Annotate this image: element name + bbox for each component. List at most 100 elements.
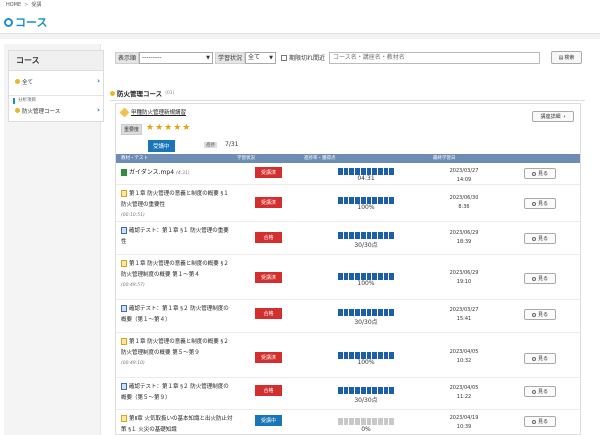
progress-segment xyxy=(338,352,343,359)
course-name-link[interactable]: 甲種防火管理新規講習 xyxy=(131,108,186,116)
table-row: 確認テスト：第１章 §１ 防火管理の重要性 合格 30/30点 2023/06/29 1… xyxy=(116,223,580,255)
view-button[interactable]: 見る xyxy=(524,353,556,364)
sidebar: コース 全て › 分析項目 防火管理コース › xyxy=(4,44,104,435)
document-icon xyxy=(121,190,127,197)
view-button[interactable]: 見る xyxy=(524,198,556,209)
view-button[interactable]: 見る xyxy=(524,386,556,397)
last-study-date: 2023/06/30 8:36 xyxy=(444,194,484,212)
header-status: 学習状況 xyxy=(237,156,255,161)
progress-segment xyxy=(355,197,360,204)
view-button-label: 見る xyxy=(537,236,548,242)
progress-segment xyxy=(383,232,389,239)
progress-segment xyxy=(383,197,389,204)
status-badge: 受講済 xyxy=(255,272,282,283)
sidebar-heading: コース xyxy=(9,51,103,71)
progress-segment xyxy=(349,197,355,204)
last-study-date: 2023/04/05 10:32 xyxy=(444,348,484,366)
material-title: ガイダンス.mp4 xyxy=(129,169,175,176)
last-study-date: 2023/04/05 11:22 xyxy=(444,384,484,402)
progress-segment xyxy=(372,309,377,316)
page-title: コース xyxy=(4,14,47,30)
status-badge: 受講済 xyxy=(255,167,282,178)
table-row: ガイダンス.mp4 (4:31) 受講済 04:31 2023/03/27 14:09 見る xyxy=(116,164,580,185)
date-text: 2023/03/27 xyxy=(449,168,479,174)
course-detail-button[interactable]: 講座詳細 › xyxy=(532,111,574,122)
view-button[interactable]: 見る xyxy=(524,233,556,244)
progress-segment xyxy=(389,232,395,239)
view-button[interactable]: 見る xyxy=(524,416,556,427)
view-button[interactable]: 見る xyxy=(524,168,556,179)
course-status-badge: 受講中 xyxy=(148,140,175,152)
progress-segment xyxy=(338,197,343,204)
material-cell: 第１章 防火管理の意義と制度の概要 §１ 防火管理の重要性 (00:10:51) xyxy=(121,189,233,220)
view-button[interactable]: 見る xyxy=(524,309,556,320)
progress-segment xyxy=(338,232,343,239)
course-name[interactable]: 甲種防火管理新規講習 xyxy=(119,107,186,117)
progress-segment xyxy=(355,168,360,175)
material-duration: (00:49:10) xyxy=(121,361,145,366)
section-divider xyxy=(110,100,585,101)
progress-segment xyxy=(355,387,360,394)
status-badge: 受講中 xyxy=(255,415,282,426)
document-icon xyxy=(121,260,127,267)
play-icon xyxy=(531,419,536,424)
search-input[interactable] xyxy=(329,51,541,64)
coin-icon xyxy=(15,108,20,113)
progress-segment xyxy=(355,352,360,359)
section-title: 防火管理コース (01) xyxy=(110,88,174,98)
deadline-checkbox[interactable] xyxy=(281,54,288,61)
progress-value: 100% xyxy=(357,204,375,211)
chevron-down-icon: ▼ xyxy=(269,54,274,61)
progress-segment xyxy=(366,352,372,359)
video-file-icon xyxy=(121,169,127,176)
progress-segment xyxy=(355,309,360,316)
sidebar-item-all[interactable]: 全て › xyxy=(9,75,103,88)
material-cell: 第Ⅱ章 火気取扱いの基本知識と出火防止対策 §１ 火災の基礎知識(00:22:1… xyxy=(121,414,233,435)
progress-segment xyxy=(338,387,343,394)
breadcrumb-current: 受講 xyxy=(31,2,42,8)
search-button[interactable]: ▤ 検索 xyxy=(551,51,582,64)
time-text: 14:09 xyxy=(456,177,472,183)
progress-segment xyxy=(343,352,349,359)
view-button[interactable]: 見る xyxy=(524,273,556,284)
display-order-value: --------- xyxy=(142,53,162,61)
progress-segment xyxy=(383,352,389,359)
last-study-date: 2023/03/27 15:41 xyxy=(444,306,484,324)
progress-segment xyxy=(389,273,395,280)
progress-value: 100% xyxy=(357,280,375,287)
date-text: 2023/06/29 xyxy=(449,230,479,236)
play-icon xyxy=(531,236,536,241)
progress-segment xyxy=(366,309,372,316)
progress-segment xyxy=(377,273,383,280)
progress-segment xyxy=(372,232,377,239)
display-order-select[interactable]: --------- ▼ xyxy=(139,51,214,64)
material-cell: 確認テスト：第１章 §１ 防火管理の重要性 xyxy=(121,226,233,248)
date-text: 2023/04/05 xyxy=(449,385,479,391)
progress-segment xyxy=(372,273,377,280)
progress-segment xyxy=(366,387,372,394)
progress-bar xyxy=(338,309,395,316)
progress-segment xyxy=(355,418,360,425)
progress-segment xyxy=(383,387,389,394)
progress-segment xyxy=(349,232,355,239)
progress-segment xyxy=(366,273,372,280)
material-duration: (00:49:57) xyxy=(121,283,145,288)
time-text: 15:41 xyxy=(456,316,472,322)
status-badge: 合格 xyxy=(255,385,282,396)
progress-value: 30/30点 xyxy=(354,319,378,326)
progress-segment xyxy=(389,309,395,316)
importance-stars: ★★★★★ xyxy=(146,123,192,133)
progress-value: 30/30点 xyxy=(354,397,378,404)
chevron-right-icon: › xyxy=(97,77,100,85)
last-study-date: 2023/06/29 19:10 xyxy=(444,269,484,287)
breadcrumb-home-link[interactable]: HOME xyxy=(6,2,21,8)
progress-value: 7/31 xyxy=(225,141,239,148)
progress-segment xyxy=(372,197,377,204)
progress-segment xyxy=(383,273,389,280)
sidebar-item-fire-course[interactable]: 防火管理コース › xyxy=(9,104,103,117)
view-button-label: 見る xyxy=(537,201,548,207)
page-title-text: コース xyxy=(15,16,48,29)
study-status-select[interactable]: 全て ▼ xyxy=(245,51,277,64)
progress-bar xyxy=(338,197,395,204)
progress-segment xyxy=(377,418,383,425)
